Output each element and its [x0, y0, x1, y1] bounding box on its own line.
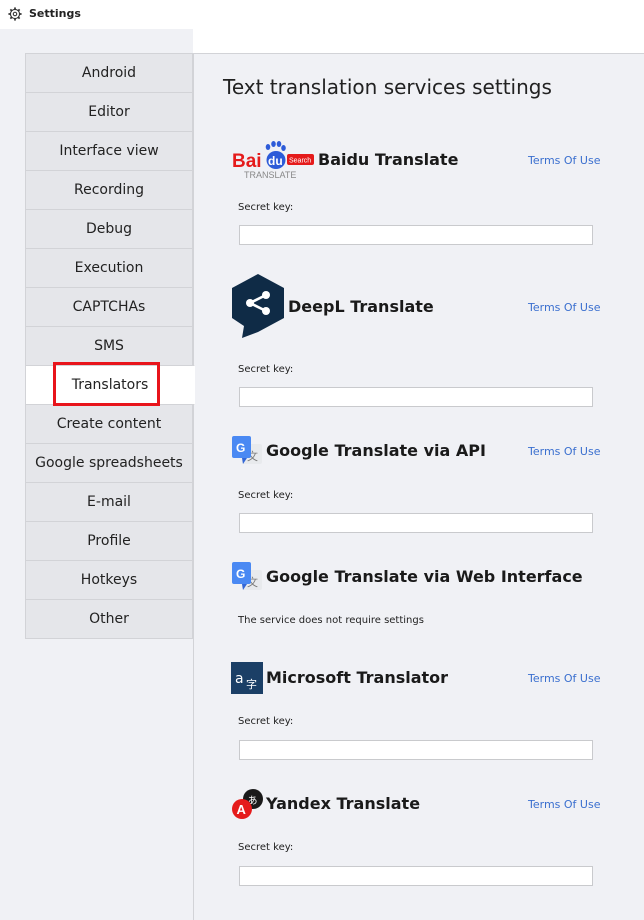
deepl-logo-icon	[230, 272, 286, 340]
sidebar-item-label: Debug	[85, 221, 133, 237]
page-title: Text translation services settings	[223, 75, 552, 99]
settings-nav: Android Editor Interface view Recording …	[25, 53, 195, 639]
baidu-logo-bai: Bai	[232, 151, 262, 172]
sidebar-item-label: E-mail	[87, 494, 131, 510]
baidu-secret-key-input[interactable]	[239, 225, 593, 245]
sidebar-item-translators[interactable]: Translators	[25, 362, 195, 406]
baidu-logo-translate: TRANSLATE	[244, 170, 296, 180]
google-api-secret-key-input[interactable]	[239, 513, 593, 533]
window-title: Settings	[29, 7, 81, 20]
sidebar-item-label: CAPTCHAs	[72, 299, 146, 315]
sidebar-item-label: Other	[89, 611, 129, 627]
microsoft-secret-key-label: Secret key:	[238, 716, 294, 727]
sidebar-item-profile[interactable]: Profile	[25, 521, 193, 561]
gear-icon	[8, 7, 22, 21]
sidebar-item-debug[interactable]: Debug	[25, 209, 193, 249]
baidu-logo-du: du	[268, 154, 283, 168]
baidu-service-name: Baidu Translate	[318, 150, 459, 169]
google-web-note: The service does not require settings	[238, 615, 424, 626]
google-api-terms-link[interactable]: Terms Of Use	[528, 445, 600, 458]
sidebar-item-execution[interactable]: Execution	[25, 248, 193, 288]
sidebar-item-captchas[interactable]: CAPTCHAs	[25, 287, 193, 327]
yandex-service-name: Yandex Translate	[266, 794, 421, 813]
baidu-logo-search: Search	[289, 158, 311, 165]
baidu-logo-icon: Bai du Search TRANSLATE	[231, 139, 315, 181]
baidu-terms-link[interactable]: Terms Of Use	[528, 154, 600, 167]
sidebar-item-label: Translators	[71, 377, 149, 393]
sidebar-item-email[interactable]: E-mail	[25, 482, 193, 522]
svg-text:字: 字	[246, 677, 257, 691]
yandex-translate-icon: あ A	[231, 788, 265, 820]
sidebar-item-hotkeys[interactable]: Hotkeys	[25, 560, 193, 600]
microsoft-service-name: Microsoft Translator	[266, 668, 449, 687]
svg-text:G: G	[236, 567, 245, 581]
sidebar-item-label: Android	[81, 65, 137, 81]
microsoft-translator-icon: a 字	[231, 662, 263, 694]
sidebar-item-label: Profile	[87, 533, 131, 549]
sidebar-item-label: Execution	[74, 260, 144, 276]
deepl-secret-key-label: Secret key:	[238, 364, 294, 375]
sidebar-item-label: Hotkeys	[80, 572, 138, 588]
deepl-service-name: DeepL Translate	[288, 297, 434, 316]
google-web-service-name: Google Translate via Web Interface	[266, 567, 583, 586]
deepl-terms-link[interactable]: Terms Of Use	[528, 301, 600, 314]
sidebar-item-label: Google spreadsheets	[35, 455, 183, 471]
sidebar-item-other[interactable]: Other	[25, 599, 193, 639]
sidebar-item-label: Editor	[88, 104, 130, 120]
microsoft-secret-key-input[interactable]	[239, 740, 593, 760]
deepl-secret-key-input[interactable]	[239, 387, 593, 407]
microsoft-terms-link[interactable]: Terms Of Use	[528, 672, 600, 685]
yandex-secret-key-label: Secret key:	[238, 842, 294, 853]
yandex-terms-link[interactable]: Terms Of Use	[528, 798, 600, 811]
baidu-secret-key-label: Secret key:	[238, 202, 294, 213]
sidebar-item-interface-view[interactable]: Interface view	[25, 131, 193, 171]
title-bar: Settings	[0, 0, 644, 29]
sidebar-item-recording[interactable]: Recording	[25, 170, 193, 210]
sidebar-item-label: Create content	[56, 416, 162, 432]
sidebar-item-sms[interactable]: SMS	[25, 326, 193, 366]
svg-text:a: a	[235, 671, 244, 687]
google-api-service-name: Google Translate via API	[266, 441, 486, 460]
svg-text:G: G	[236, 441, 245, 455]
sidebar-item-label: Recording	[73, 182, 145, 198]
google-translate-icon: 文 G	[231, 435, 263, 467]
sidebar-item-android[interactable]: Android	[25, 53, 193, 93]
google-api-secret-key-label: Secret key:	[238, 490, 294, 501]
sidebar-item-google-spreadsheets[interactable]: Google spreadsheets	[25, 443, 193, 483]
svg-text:A: A	[237, 802, 247, 817]
yandex-secret-key-input[interactable]	[239, 866, 593, 886]
google-translate-icon: 文 G	[231, 561, 263, 593]
sidebar-item-create-content[interactable]: Create content	[25, 404, 193, 444]
sidebar-item-label: Interface view	[59, 143, 159, 159]
sidebar-item-label: SMS	[94, 338, 124, 354]
sidebar-item-editor[interactable]: Editor	[25, 92, 193, 132]
